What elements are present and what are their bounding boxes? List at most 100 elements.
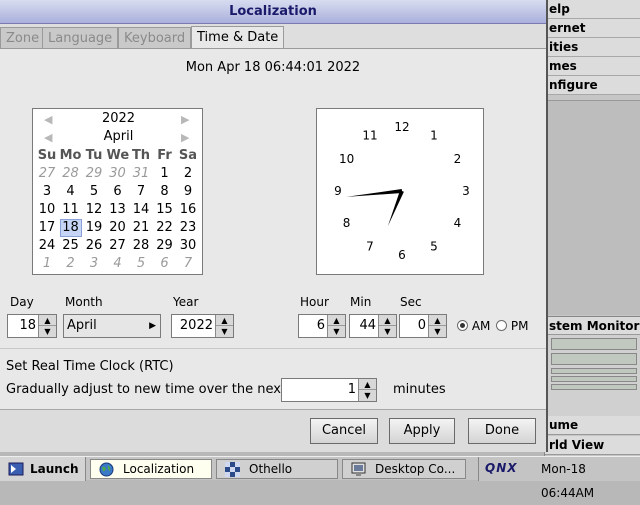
- calendar-day[interactable]: 28: [60, 165, 82, 183]
- task-desktop-config[interactable]: Desktop Co...: [342, 459, 466, 479]
- calendar-day[interactable]: 30: [107, 165, 129, 183]
- calendar-day[interactable]: 2: [60, 255, 82, 273]
- apply-button[interactable]: Apply: [389, 418, 455, 444]
- month-value[interactable]: April: [67, 315, 97, 337]
- tab-keyboard[interactable]: Keyboard: [118, 27, 192, 48]
- menu-item-games[interactable]: mes: [545, 57, 640, 76]
- calendar-day[interactable]: 7: [130, 183, 152, 201]
- calendar-day[interactable]: 1: [36, 255, 58, 273]
- adjust-minutes-value[interactable]: 1: [348, 379, 356, 401]
- hour-value[interactable]: 6: [317, 315, 325, 337]
- year-value[interactable]: 2022: [180, 315, 213, 337]
- calendar-day[interactable]: 30: [177, 237, 199, 255]
- calendar-day[interactable]: 10: [36, 201, 58, 219]
- menu-item-internet[interactable]: ernet: [545, 19, 640, 38]
- clock-number: 8: [343, 216, 351, 230]
- radio-selected-icon[interactable]: [457, 320, 468, 331]
- stepper-buttons: ▲ ▼: [215, 315, 233, 337]
- calendar-day[interactable]: 9: [177, 183, 199, 201]
- calendar-day[interactable]: 3: [83, 255, 105, 273]
- menu-item-help[interactable]: elp: [545, 0, 640, 19]
- cancel-button[interactable]: Cancel: [310, 418, 378, 444]
- adjust-minutes-stepper[interactable]: 1 ▲ ▼: [281, 378, 377, 402]
- dropdown-arrow-icon[interactable]: ▶: [149, 315, 156, 337]
- window-title[interactable]: Localization: [0, 0, 546, 24]
- calendar-day[interactable]: 29: [83, 165, 105, 183]
- decrement-icon[interactable]: ▼: [328, 326, 345, 337]
- pm-radio[interactable]: PM: [496, 319, 528, 333]
- task-localization[interactable]: Localization: [90, 459, 212, 479]
- calendar-day[interactable]: 25: [60, 237, 82, 255]
- calendar-day[interactable]: 11: [60, 201, 82, 219]
- second-stepper[interactable]: 0 ▲ ▼: [399, 314, 447, 338]
- radio-unselected-icon[interactable]: [496, 320, 507, 331]
- increment-icon[interactable]: ▲: [39, 315, 56, 326]
- decrement-icon[interactable]: ▼: [379, 326, 396, 337]
- calendar-day[interactable]: 15: [154, 201, 176, 219]
- calendar-day[interactable]: 6: [154, 255, 176, 273]
- calendar-day[interactable]: 31: [130, 165, 152, 183]
- day-stepper[interactable]: 18 ▲ ▼: [7, 314, 57, 338]
- calendar-day[interactable]: 21: [130, 219, 152, 237]
- am-radio[interactable]: AM: [457, 319, 490, 333]
- qnx-logo[interactable]: QNX: [485, 461, 518, 475]
- calendar-day[interactable]: 8: [154, 183, 176, 201]
- minute-stepper[interactable]: 44 ▲ ▼: [349, 314, 397, 338]
- menu-item-configure[interactable]: nfigure: [545, 76, 640, 95]
- menu-item-world-view[interactable]: rld View: [545, 436, 640, 455]
- decrement-icon[interactable]: ▼: [429, 326, 446, 337]
- calendar-day[interactable]: 20: [107, 219, 129, 237]
- calendar-day[interactable]: 24: [36, 237, 58, 255]
- increment-icon[interactable]: ▲: [328, 315, 345, 326]
- minute-value[interactable]: 44: [359, 315, 376, 337]
- calendar-day[interactable]: 1: [154, 165, 176, 183]
- menu-item-volume[interactable]: ume: [545, 416, 640, 435]
- increment-icon[interactable]: ▲: [429, 315, 446, 326]
- calendar-day[interactable]: 4: [107, 255, 129, 273]
- calendar-day[interactable]: 17: [36, 219, 58, 237]
- calendar-day[interactable]: 22: [154, 219, 176, 237]
- task-label: Othello: [249, 462, 293, 476]
- calendar-day[interactable]: 14: [130, 201, 152, 219]
- increment-icon[interactable]: ▲: [216, 315, 233, 326]
- menu-item-utilities[interactable]: ities: [545, 38, 640, 57]
- calendar-day[interactable]: 23: [177, 219, 199, 237]
- calendar-day[interactable]: 26: [83, 237, 105, 255]
- calendar-day[interactable]: 6: [107, 183, 129, 201]
- calendar-day[interactable]: 29: [154, 237, 176, 255]
- tab-time-date[interactable]: Time & Date: [191, 26, 285, 48]
- increment-icon[interactable]: ▲: [359, 379, 376, 390]
- done-button[interactable]: Done: [468, 418, 536, 444]
- calendar-day[interactable]: 12: [83, 201, 105, 219]
- task-othello[interactable]: Othello: [216, 459, 338, 479]
- calendar-day[interactable]: 5: [83, 183, 105, 201]
- next-month-icon[interactable]: ▶: [181, 131, 189, 144]
- tab-zone[interactable]: Zone: [0, 27, 46, 48]
- calendar-day[interactable]: 7: [177, 255, 199, 273]
- day-value[interactable]: 18: [19, 315, 36, 337]
- calendar-day[interactable]: 27: [107, 237, 129, 255]
- calendar-day[interactable]: 19: [83, 219, 105, 237]
- second-value[interactable]: 0: [418, 315, 426, 337]
- calendar-day[interactable]: 27: [36, 165, 58, 183]
- calendar-day[interactable]: 16: [177, 201, 199, 219]
- calendar-day[interactable]: 5: [130, 255, 152, 273]
- decrement-icon[interactable]: ▼: [39, 326, 56, 337]
- decrement-icon[interactable]: ▼: [359, 390, 376, 401]
- calendar-day[interactable]: 18: [59, 219, 82, 237]
- launch-button[interactable]: Launch: [0, 457, 86, 481]
- month-select[interactable]: April ▶: [63, 314, 161, 338]
- calendar-day[interactable]: 2: [177, 165, 199, 183]
- tab-language[interactable]: Language: [42, 27, 119, 48]
- calendar-day[interactable]: 28: [130, 237, 152, 255]
- next-year-icon[interactable]: ▶: [181, 113, 189, 126]
- hour-stepper[interactable]: 6 ▲ ▼: [298, 314, 346, 338]
- increment-icon[interactable]: ▲: [379, 315, 396, 326]
- decrement-icon[interactable]: ▼: [216, 326, 233, 337]
- system-monitor-title[interactable]: stem Monitor: [545, 316, 640, 335]
- calendar-day[interactable]: 4: [60, 183, 82, 201]
- year-stepper[interactable]: 2022 ▲ ▼: [171, 314, 234, 338]
- tray-clock[interactable]: Mon-18 06:44AM: [541, 457, 640, 505]
- calendar-day[interactable]: 13: [107, 201, 129, 219]
- calendar-day[interactable]: 3: [36, 183, 58, 201]
